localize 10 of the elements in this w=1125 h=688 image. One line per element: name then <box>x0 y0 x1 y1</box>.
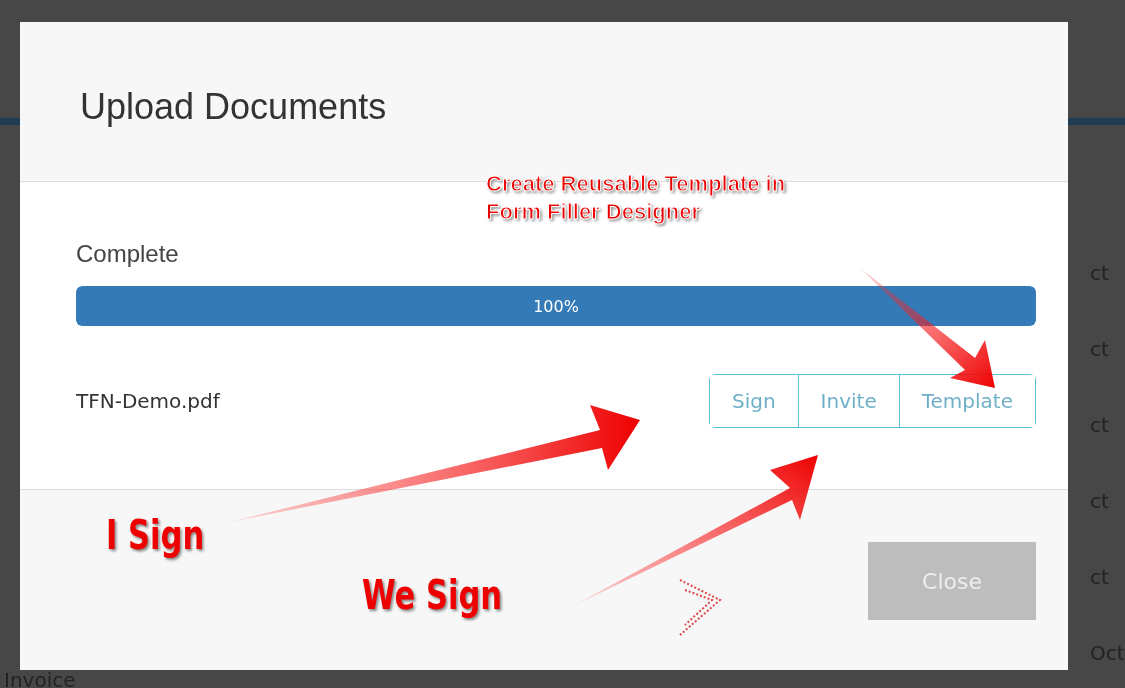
status-label: Complete <box>76 240 180 268</box>
file-name: TFN-Demo.pdf <box>76 389 220 413</box>
header-strip <box>0 118 20 125</box>
chevron-drawing <box>679 579 722 636</box>
annotation-text: I Sign <box>106 512 205 558</box>
annotation-text: We Sign <box>362 572 503 618</box>
header-strip <box>1068 118 1125 125</box>
progress-reading: 100% <box>533 296 579 316</box>
action-button[interactable]: Template <box>898 375 1035 427</box>
dialog-title: Upload Documents <box>80 85 387 128</box>
